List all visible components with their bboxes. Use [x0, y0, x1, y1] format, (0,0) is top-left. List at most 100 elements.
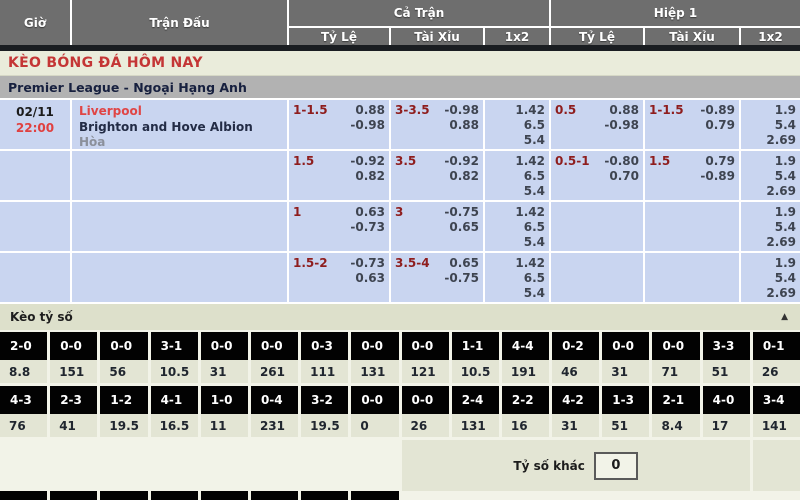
score-odd[interactable]: 71	[652, 360, 699, 383]
ft-overunder-bottom[interactable]: 0.88	[444, 118, 479, 133]
score-odd[interactable]: 31	[552, 414, 599, 437]
other-score-input[interactable]: 0	[594, 452, 638, 480]
score-odd[interactable]: 11	[201, 414, 248, 437]
ft-overunder-bottom[interactable]: -0.75	[444, 271, 479, 286]
ft-overunder-bottom[interactable]: 0.65	[444, 220, 479, 235]
ft-handicap-line[interactable]: 1.5	[293, 154, 314, 169]
score-odd[interactable]: 56	[100, 360, 147, 383]
h1-1x2-odd-0[interactable]: 1.9	[745, 205, 796, 220]
score-odd[interactable]: 16	[502, 414, 549, 437]
score-odd[interactable]: 16.5	[151, 414, 198, 437]
h1-handicap-line[interactable]: 0.5-1	[555, 154, 590, 169]
h1-1x2-odd-1[interactable]: 5.4	[745, 118, 796, 133]
score-odd[interactable]: 31	[602, 360, 649, 383]
h1-1x2-odd-2[interactable]: 2.69	[745, 133, 796, 148]
score-odd[interactable]: 141	[753, 414, 800, 437]
away-team[interactable]: Brighton and Hove Albion	[79, 120, 283, 136]
home-team[interactable]: Liverpool	[79, 104, 283, 120]
h1-1x2-odd-0[interactable]: 1.9	[745, 256, 796, 271]
ft-handicap-top[interactable]: -0.92	[350, 154, 385, 169]
h1-1x2-odd-2[interactable]: 2.69	[745, 286, 796, 301]
ft-overunder-top[interactable]: 0.65	[444, 256, 479, 271]
score-odd[interactable]: 19.5	[100, 414, 147, 437]
ft-1x2-odd-0[interactable]: 1.42	[489, 154, 545, 169]
ft-1x2-odd-0[interactable]: 1.42	[489, 205, 545, 220]
score-odd[interactable]: 8.8	[0, 360, 47, 383]
h1-1x2-odd-1[interactable]: 5.4	[745, 220, 796, 235]
ft-1x2-odd-1[interactable]: 6.5	[489, 271, 545, 286]
h1-overunder-line[interactable]: 1-1.5	[649, 103, 684, 118]
score-odd[interactable]: 51	[703, 360, 750, 383]
score-odd[interactable]: 41	[50, 414, 97, 437]
ft-1x2-odd-1[interactable]: 6.5	[489, 169, 545, 184]
ft-handicap-bottom[interactable]: 0.63	[350, 271, 385, 286]
score-odd[interactable]: 19.5	[301, 414, 348, 437]
score-cell: 0-0131	[351, 332, 398, 383]
score-odd[interactable]: 151	[50, 360, 97, 383]
score-odd[interactable]: 46	[552, 360, 599, 383]
h1-handicap-bottom[interactable]: -0.98	[604, 118, 639, 133]
ft-1x2-odd-2[interactable]: 5.4	[489, 133, 545, 148]
ft-handicap-line[interactable]: 1	[293, 205, 301, 220]
score-odd[interactable]: 191	[502, 360, 549, 383]
h1-overunder-bottom[interactable]: -0.89	[700, 169, 735, 184]
ft-overunder-top[interactable]: -0.92	[444, 154, 479, 169]
score-odd[interactable]: 0	[351, 414, 398, 437]
ft-1x2-odd-0[interactable]: 1.42	[489, 256, 545, 271]
score-odd[interactable]: 231	[251, 414, 298, 437]
ft-handicap-bottom[interactable]: 0.82	[350, 169, 385, 184]
score-odd[interactable]: 131	[452, 414, 499, 437]
score-odd[interactable]: 111	[301, 360, 348, 383]
h1-1x2-odd-1[interactable]: 5.4	[745, 169, 796, 184]
h1-1x2-odd-0[interactable]: 1.9	[745, 154, 796, 169]
ft-1x2-odd-1[interactable]: 6.5	[489, 118, 545, 133]
ft-overunder-line[interactable]: 3	[395, 205, 403, 220]
h1-handicap-bottom[interactable]: 0.70	[604, 169, 639, 184]
h1-overunder-top[interactable]: -0.89	[700, 103, 735, 118]
score-odd[interactable]: 26	[753, 360, 800, 383]
ft-overunder-line[interactable]: 3-3.5	[395, 103, 430, 118]
ft-handicap-top[interactable]: 0.88	[350, 103, 385, 118]
h1-1x2-odd-2[interactable]: 2.69	[745, 184, 796, 199]
score-odd[interactable]: 17	[703, 414, 750, 437]
score-odd[interactable]: 10.5	[151, 360, 198, 383]
h1-1x2-odd-1[interactable]: 5.4	[745, 271, 796, 286]
h1-handicap-line[interactable]: 0.5	[555, 103, 576, 118]
ft-1x2-odd-1[interactable]: 6.5	[489, 220, 545, 235]
score-odd[interactable]: 51	[602, 414, 649, 437]
h1-1x2: 1.95.42.69	[741, 253, 800, 302]
ft-handicap-line[interactable]: 1.5-2	[293, 256, 328, 271]
ft-handicap-top[interactable]: 0.63	[350, 205, 385, 220]
ft-handicap-top[interactable]: -0.73	[350, 256, 385, 271]
ft-overunder-top[interactable]: -0.98	[444, 103, 479, 118]
h1-overunder-line[interactable]: 1.5	[649, 154, 670, 169]
collapse-icon[interactable]: ▲	[781, 312, 788, 322]
score-odd[interactable]: 76	[0, 414, 47, 437]
score-odd[interactable]: 131	[351, 360, 398, 383]
h1-overunder-top[interactable]: 0.79	[700, 154, 735, 169]
h1-1x2-odd-0[interactable]: 1.9	[745, 103, 796, 118]
ft-1x2-odd-2[interactable]: 5.4	[489, 235, 545, 250]
score-odd[interactable]: 10.5	[452, 360, 499, 383]
h1-overunder-bottom[interactable]: 0.79	[700, 118, 735, 133]
ft-1x2-odd-2[interactable]: 5.4	[489, 184, 545, 199]
ft-overunder-line[interactable]: 3.5	[395, 154, 416, 169]
score-odd[interactable]: 8.4	[652, 414, 699, 437]
ft-overunder-top[interactable]: -0.75	[444, 205, 479, 220]
score-odd[interactable]: 261	[251, 360, 298, 383]
ft-handicap-bottom[interactable]: -0.98	[350, 118, 385, 133]
ft-overunder-bottom[interactable]: 0.82	[444, 169, 479, 184]
ft-handicap-line[interactable]: 1-1.5	[293, 103, 328, 118]
score-odd[interactable]: 121	[402, 360, 449, 383]
h1-handicap-top[interactable]: 0.88	[604, 103, 639, 118]
h1-overunder	[645, 202, 739, 251]
ft-handicap-bottom[interactable]: -0.73	[350, 220, 385, 235]
h1-handicap-top[interactable]: -0.80	[604, 154, 639, 169]
score-odd[interactable]: 26	[402, 414, 449, 437]
ft-1x2-odd-2[interactable]: 5.4	[489, 286, 545, 301]
h1-1x2-odd-2[interactable]: 2.69	[745, 235, 796, 250]
score-odd[interactable]: 31	[201, 360, 248, 383]
score-label: 0-2	[552, 332, 599, 360]
ft-overunder-line[interactable]: 3.5-4	[395, 256, 430, 271]
ft-1x2-odd-0[interactable]: 1.42	[489, 103, 545, 118]
